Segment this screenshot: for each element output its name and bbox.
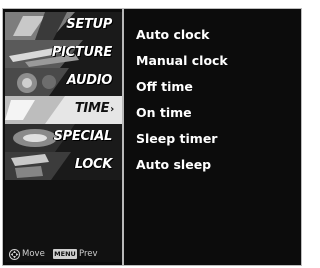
menu-divider bbox=[122, 9, 124, 265]
menu-item-time[interactable]: TIME› bbox=[5, 96, 122, 124]
chevron-right-icon: › bbox=[110, 104, 114, 115]
option-sleep-timer[interactable]: Sleep timer bbox=[136, 131, 217, 146]
prev-label: Prev bbox=[79, 249, 98, 259]
option-auto-clock[interactable]: Auto clock bbox=[136, 27, 210, 42]
move-label: Move bbox=[22, 249, 45, 259]
menu-item-lock[interactable]: LOCK bbox=[5, 152, 122, 180]
menu-item-setup[interactable]: SETUP bbox=[5, 12, 122, 40]
menu-item-label: TIME› bbox=[74, 101, 114, 116]
option-off-time[interactable]: Off time bbox=[136, 79, 193, 94]
menu-item-label: AUDIO bbox=[66, 73, 113, 88]
menu-item-label: LOCK bbox=[74, 157, 113, 172]
menu-item-picture[interactable]: PICTURE bbox=[5, 40, 122, 68]
move-icon bbox=[9, 249, 20, 260]
main-menu-sidebar: SETUP PICTURE AUDIO TIME› SPECIAL LOCK M… bbox=[5, 12, 122, 262]
menu-footer: Move MENU Prev bbox=[9, 248, 122, 264]
menu-item-label: SETUP bbox=[66, 17, 112, 32]
menu-key-icon: MENU bbox=[53, 249, 77, 259]
option-on-time[interactable]: On time bbox=[136, 105, 192, 120]
menu-item-special[interactable]: SPECIAL bbox=[5, 124, 122, 152]
tv-osd-menu: SETUP PICTURE AUDIO TIME› SPECIAL LOCK M… bbox=[2, 8, 302, 266]
menu-item-label: PICTURE bbox=[51, 45, 112, 60]
option-manual-clock[interactable]: Manual clock bbox=[136, 53, 228, 68]
menu-item-audio[interactable]: AUDIO bbox=[5, 68, 122, 96]
menu-item-label: SPECIAL bbox=[53, 129, 113, 144]
option-auto-sleep[interactable]: Auto sleep bbox=[136, 157, 211, 172]
